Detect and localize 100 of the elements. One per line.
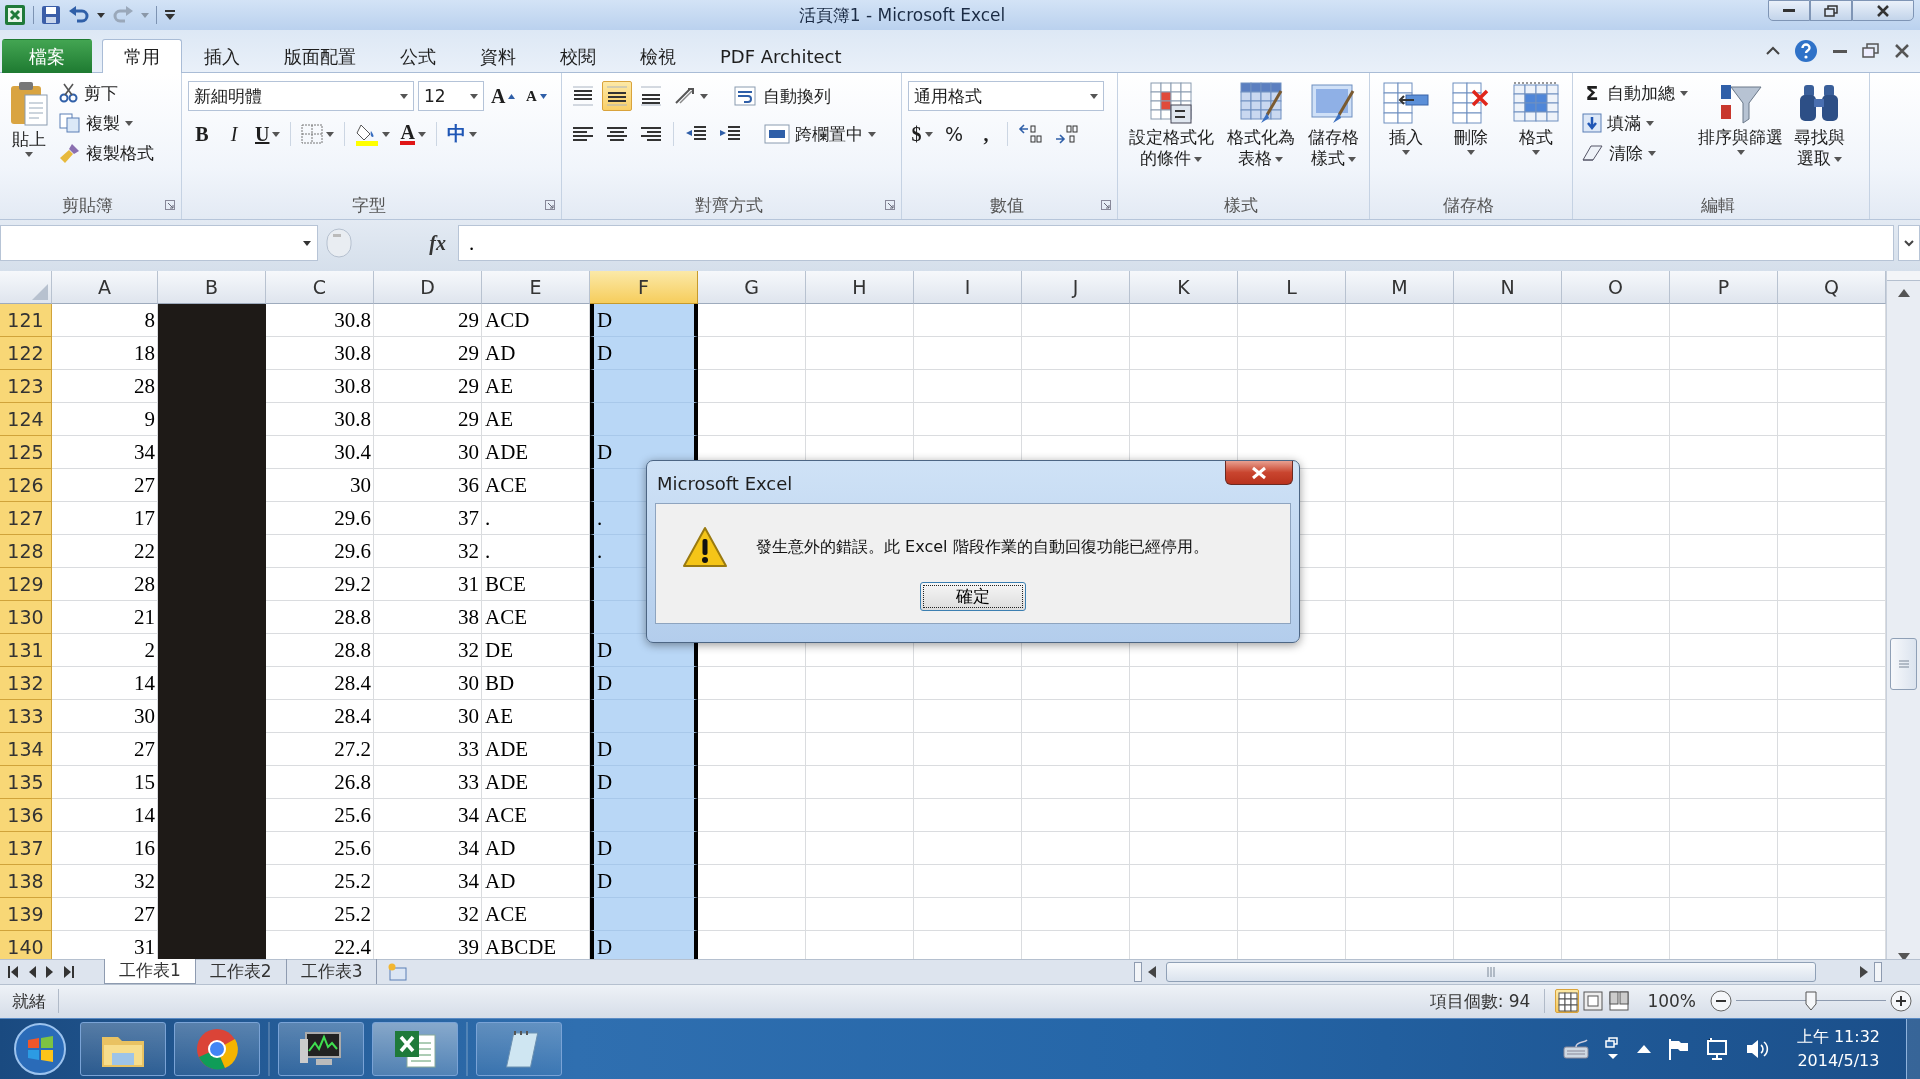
table-cell[interactable]: 30.8 — [266, 337, 374, 371]
ok-button[interactable]: 確定 — [920, 582, 1026, 611]
table-cell[interactable]: . — [482, 502, 590, 536]
table-cell[interactable]: 28 — [52, 370, 158, 404]
row-header[interactable]: 126 — [0, 469, 52, 503]
table-cell[interactable]: 25.2 — [266, 898, 374, 932]
column-header[interactable]: I — [914, 271, 1022, 305]
restore-workbook-icon[interactable] — [1862, 43, 1880, 59]
row-header[interactable]: 133 — [0, 700, 52, 734]
table-cell[interactable]: 38 — [374, 601, 482, 635]
previous-sheet-icon[interactable] — [28, 965, 36, 978]
bold-button[interactable]: B — [188, 119, 216, 149]
row-header[interactable]: 130 — [0, 601, 52, 635]
next-sheet-icon[interactable] — [46, 965, 54, 978]
zoom-level-button[interactable]: 100% — [1641, 991, 1710, 1012]
table-cell[interactable]: 29.6 — [266, 502, 374, 536]
table-cell[interactable]: 29 — [374, 337, 482, 371]
taskbar-button[interactable] — [80, 1021, 166, 1076]
table-cell[interactable]: 22.4 — [266, 931, 374, 959]
table-cell[interactable]: 30.8 — [266, 370, 374, 404]
number-format-dropdown[interactable]: 通用格式 — [908, 81, 1104, 111]
row-header[interactable]: 127 — [0, 502, 52, 536]
vertical-align-button[interactable] — [602, 81, 632, 111]
column-header[interactable]: A — [52, 271, 158, 305]
row-header[interactable]: 129 — [0, 568, 52, 602]
speaker-icon[interactable] — [1744, 1037, 1771, 1060]
table-cell[interactable]: 31 — [374, 568, 482, 602]
taskbar-button[interactable] — [372, 1021, 458, 1076]
table-cell[interactable]: 27.2 — [266, 733, 374, 767]
formula-input[interactable]: . — [458, 225, 1894, 261]
row-header[interactable]: 132 — [0, 667, 52, 701]
show-hidden-icons-icon[interactable] — [1636, 1043, 1651, 1054]
row-header[interactable]: 121 — [0, 304, 52, 338]
table-cell[interactable]: 34 — [374, 799, 482, 833]
save-icon[interactable] — [41, 5, 61, 25]
table-cell[interactable]: 2 — [52, 634, 158, 668]
scroll-left-icon[interactable] — [1148, 965, 1156, 978]
table-cell[interactable]: 30 — [374, 667, 482, 701]
column-header[interactable]: M — [1346, 271, 1454, 305]
style-button[interactable]: 設定格式化的條件 — [1124, 79, 1218, 191]
table-cell[interactable]: . — [482, 535, 590, 569]
table-cell[interactable]: 21 — [52, 601, 158, 635]
table-cell[interactable]: AD — [482, 832, 590, 866]
comma-style-button[interactable]: , — [972, 119, 1000, 149]
flag-icon[interactable] — [1666, 1037, 1689, 1060]
ribbon-tab[interactable]: 資料 — [458, 39, 538, 73]
table-cell[interactable]: D — [590, 733, 698, 767]
grow-font-button[interactable]: A — [488, 81, 519, 111]
column-header[interactable]: G — [698, 271, 806, 305]
underline-button[interactable]: U — [252, 119, 284, 149]
phonetic-guide-button[interactable]: 中 — [443, 119, 480, 149]
first-sheet-icon[interactable] — [8, 965, 18, 978]
merge-center-button[interactable]: 跨欄置中 — [761, 120, 879, 148]
table-cell[interactable]: 30 — [374, 436, 482, 470]
table-cell[interactable]: ADE — [482, 436, 590, 470]
ribbon-tab[interactable]: 常用 — [102, 39, 182, 73]
show-desktop-button[interactable] — [1906, 1018, 1920, 1079]
view-button[interactable] — [1607, 989, 1632, 1014]
table-cell[interactable]: D — [590, 832, 698, 866]
table-cell[interactable]: 28 — [52, 568, 158, 602]
ribbon-tab[interactable]: 檢視 — [618, 39, 698, 73]
row-header[interactable]: 134 — [0, 733, 52, 767]
table-cell[interactable]: ABCDE — [482, 931, 590, 959]
table-cell[interactable]: 30.8 — [266, 403, 374, 437]
table-cell[interactable]: 34 — [52, 436, 158, 470]
table-cell[interactable]: 30 — [266, 469, 374, 503]
table-cell[interactable]: 29 — [374, 304, 482, 338]
network-icon[interactable] — [1704, 1036, 1729, 1061]
ribbon-tab[interactable]: 檔案 — [2, 39, 92, 73]
zoom-slider-thumb[interactable] — [1805, 991, 1817, 1012]
customize-toolbar-icon[interactable] — [164, 9, 176, 21]
clear-button[interactable]: 清除 — [1579, 139, 1691, 167]
cut-button[interactable]: 剪下 — [56, 79, 157, 107]
table-cell[interactable]: 34 — [374, 865, 482, 899]
table-cell[interactable]: 33 — [374, 733, 482, 767]
row-header[interactable]: 122 — [0, 337, 52, 371]
close-button[interactable] — [1225, 461, 1293, 485]
table-cell[interactable]: 31 — [52, 931, 158, 959]
table-cell[interactable]: 39 — [374, 931, 482, 959]
table-cell[interactable]: 33 — [374, 766, 482, 800]
table-cell[interactable]: 25.6 — [266, 799, 374, 833]
collapse-ribbon-icon[interactable] — [1766, 46, 1780, 56]
sheet-tab[interactable]: 工作表3 — [286, 958, 378, 984]
restore-button[interactable] — [1810, 0, 1852, 21]
table-cell[interactable]: 27 — [52, 469, 158, 503]
table-cell[interactable]: 18 — [52, 337, 158, 371]
row-header[interactable]: 124 — [0, 403, 52, 437]
zoom-out-icon[interactable] — [1710, 990, 1732, 1013]
table-cell[interactable]: 25.2 — [266, 865, 374, 899]
ribbon-tab[interactable]: 版面配置 — [262, 39, 378, 73]
keyboard-icon[interactable] — [1562, 1038, 1589, 1059]
windows-switch-icon[interactable] — [1604, 1035, 1621, 1062]
paste-button[interactable]: 貼上 — [6, 79, 52, 191]
table-cell[interactable]: 29.2 — [266, 568, 374, 602]
vertical-scroll-thumb[interactable] — [1890, 638, 1917, 691]
fill-button[interactable]: 填滿 — [1579, 109, 1691, 137]
currency-button[interactable]: $ — [908, 119, 936, 149]
minimize-button[interactable] — [1768, 0, 1810, 21]
table-cell[interactable]: 32 — [374, 634, 482, 668]
table-cell[interactable]: AD — [482, 865, 590, 899]
